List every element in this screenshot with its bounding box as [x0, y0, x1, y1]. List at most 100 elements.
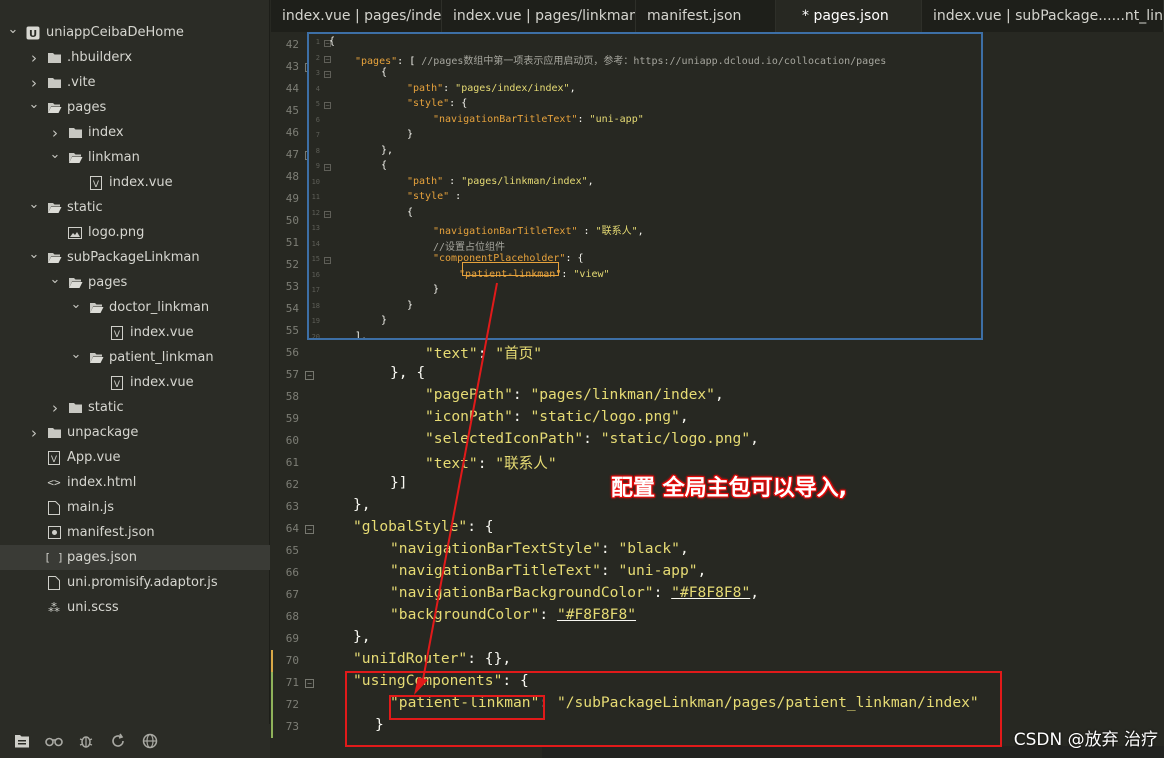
popup-line-number: 15: [311, 255, 320, 263]
popup-code-token: "view": [573, 268, 610, 280]
popup-line-number: 19: [311, 317, 320, 325]
editor-tab[interactable]: index.vue | pages/index: [271, 0, 442, 32]
tree-item-label: .hbuilderx: [67, 50, 133, 65]
code-token: :: [477, 455, 496, 472]
tree-item[interactable]: ⌄ pages: [0, 95, 270, 120]
chevron-down-icon[interactable]: ⌄: [48, 273, 62, 290]
chevron-down-icon[interactable]: ⌄: [27, 198, 41, 215]
popup-line-number: 14: [311, 239, 320, 248]
popup-code-line: {: [407, 207, 413, 218]
tree-item[interactable]: ›logo.png: [0, 220, 270, 245]
vue-file-icon: V: [109, 325, 125, 341]
popup-code-token: "style": [407, 98, 450, 109]
tree-item[interactable]: ›manifest.json: [0, 520, 270, 545]
code-line: }]: [390, 474, 408, 491]
code-token: ,: [679, 540, 689, 557]
popup-line-number: 10: [311, 177, 320, 186]
tree-item[interactable]: › .hbuilderx: [0, 45, 270, 70]
image-file-icon: [67, 225, 83, 241]
chevron-down-icon[interactable]: ⌄: [27, 98, 41, 115]
plugin-icon[interactable]: [38, 725, 70, 757]
chevron-right-icon[interactable]: ›: [27, 424, 41, 442]
highlight-box-placeholder-key: [462, 262, 559, 276]
tree-item[interactable]: ⌄ static: [0, 195, 270, 220]
popup-code-token: {: [329, 36, 336, 47]
code-line: "navigationBarTitleText": "uni-app",: [390, 562, 706, 579]
line-number: 57: [285, 368, 299, 381]
popup-line-number: 20: [311, 332, 320, 340]
tree-item[interactable]: ⌄ pages: [0, 270, 270, 295]
tree-item[interactable]: ⌄ doctor_linkman: [0, 295, 270, 320]
tree-item[interactable]: ›<>index.html: [0, 470, 270, 495]
popup-code-token: : {: [565, 253, 584, 264]
code-token: ,: [714, 386, 724, 403]
code-token: "#F8F8F8": [671, 584, 751, 601]
line-number: 61: [285, 456, 299, 469]
code-token: ,: [697, 562, 707, 579]
line-number: 46: [285, 126, 299, 139]
tree-item[interactable]: › unpackage: [0, 420, 270, 445]
tree-item[interactable]: ⌄ patient_linkman: [0, 345, 270, 370]
tree-item[interactable]: ⌄ linkman: [0, 145, 270, 170]
line-number: 54: [285, 302, 299, 315]
tree-item[interactable]: ›VApp.vue: [0, 445, 270, 470]
tree-item[interactable]: ⌄ UuniappCeibaDeHome: [0, 20, 270, 45]
chevron-right-icon[interactable]: ›: [48, 124, 62, 142]
line-number: 62: [285, 478, 299, 491]
tree-item[interactable]: ›[ ]pages.json: [0, 545, 270, 570]
popup-code-line: {: [329, 36, 335, 47]
tab-label: index.vue | pages/linkman: [453, 8, 636, 24]
popup-line-number: 3: [315, 69, 320, 77]
chevron-down-icon[interactable]: ⌄: [69, 348, 83, 365]
globe-icon[interactable]: [134, 725, 166, 757]
popup-code-token: {: [381, 160, 388, 171]
editor-tab[interactable]: index.vue | pages/linkman: [442, 0, 636, 32]
code-token: :: [512, 386, 531, 403]
tree-item[interactable]: › index: [0, 120, 270, 145]
tree-item[interactable]: › .vite: [0, 70, 270, 95]
editor-tab[interactable]: manifest.json: [636, 0, 776, 32]
fold-toggle-icon[interactable]: −: [305, 371, 314, 380]
editor-tab[interactable]: * pages.json: [776, 0, 922, 32]
popup-code-line: "style" :: [407, 191, 461, 202]
tab-label: index.vue | subPackage......nt_linkma: [933, 8, 1163, 24]
chevron-down-icon[interactable]: ⌄: [69, 298, 83, 315]
line-number: 56: [285, 346, 299, 359]
fold-toggle-icon[interactable]: −: [305, 679, 314, 688]
popup-line-number: 17: [311, 286, 320, 294]
popup-code-token: //设置占位组件: [433, 241, 506, 253]
tree-item[interactable]: ⌄ subPackageLinkman: [0, 245, 270, 270]
editor-tab[interactable]: index.vue | subPackage......nt_linkma: [922, 0, 1164, 32]
line-number: 50: [285, 214, 299, 227]
code-token: "selectedIconPath": [425, 430, 584, 447]
line-number: 51: [285, 236, 299, 249]
popup-code-token: "style": [407, 191, 450, 202]
chevron-right-icon[interactable]: ›: [27, 74, 41, 92]
tree-item[interactable]: ›Vindex.vue: [0, 370, 270, 395]
tree-item[interactable]: ›main.js: [0, 495, 270, 520]
folder-open-icon: [67, 275, 83, 291]
code-line: },: [353, 496, 371, 513]
chevron-down-icon[interactable]: ⌄: [6, 23, 20, 40]
debug-bug-icon[interactable]: [70, 725, 102, 757]
project-manager-icon[interactable]: [6, 725, 38, 757]
tree-item[interactable]: ›Vindex.vue: [0, 320, 270, 345]
chevron-down-icon[interactable]: ⌄: [27, 248, 41, 265]
tree-item[interactable]: › static: [0, 395, 270, 420]
tree-item[interactable]: ›⁂uni.scss: [0, 595, 270, 620]
chevron-down-icon[interactable]: ⌄: [48, 148, 62, 165]
popup-code-line: {: [381, 67, 387, 78]
code-token: "navigationBarTitleText": [390, 562, 601, 579]
code-token: "uniIdRouter": [353, 650, 468, 667]
popup-code-token: }: [433, 284, 440, 295]
tree-item[interactable]: ›Vindex.vue: [0, 170, 270, 195]
popup-code-token: :: [449, 191, 462, 202]
popup-line-number: 2: [315, 53, 320, 62]
fold-toggle-icon[interactable]: −: [305, 525, 314, 534]
tree-item[interactable]: ›uni.promisify.adaptor.js: [0, 570, 270, 595]
refresh-icon[interactable]: [102, 725, 134, 757]
line-number: 67: [285, 588, 299, 601]
chevron-right-icon[interactable]: ›: [27, 49, 41, 67]
popup-code-line: //设置占位组件: [433, 238, 505, 253]
chevron-right-icon[interactable]: ›: [48, 399, 62, 417]
